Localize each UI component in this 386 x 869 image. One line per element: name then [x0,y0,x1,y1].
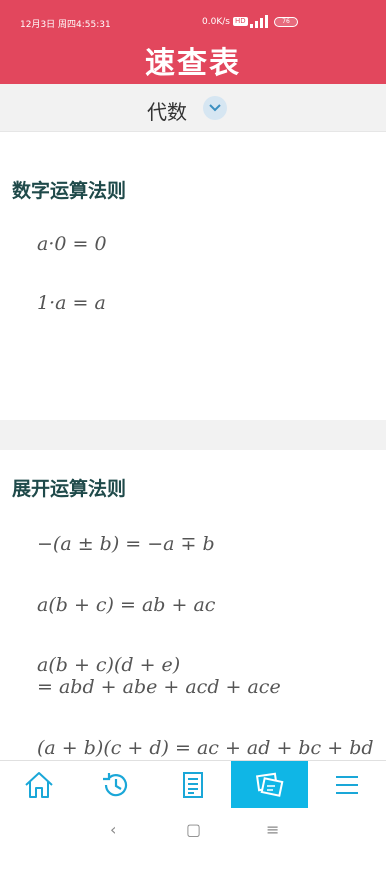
document-icon [183,772,203,798]
section-divider [0,420,386,450]
menu-icon [336,776,358,794]
system-nav-bar: ‹ ▢ ≡ [0,808,386,869]
history-icon [103,773,128,797]
tab-document[interactable] [154,761,231,809]
section-title: 数字运算法则 [12,180,127,202]
formula: (a + b)(c + d) = ac + ad + bc + bd [37,737,374,759]
formula: = abd + abe + acd + ace [37,676,281,698]
bottom-tab-bar [0,760,386,809]
network-speed: 0.0K/s [202,17,230,27]
recents-button[interactable]: ≡ [266,820,279,839]
home-icon [25,772,53,798]
tab-cheatsheet[interactable] [231,761,308,809]
app-header: 12月3日 周四4:55:31 0.0K/s HD 76 速查表 [0,0,386,84]
category-selector[interactable]: 代数 [0,84,386,132]
signal-icon [248,14,270,28]
battery-icon: 76 [274,17,298,27]
chevron-down-icon[interactable] [203,96,227,120]
hd-badge: HD [233,17,248,26]
formula: −(a ± b) = −a ∓ b [37,533,215,555]
tab-history[interactable] [77,761,154,809]
formula: a(b + c) = ab + ac [37,594,216,616]
tab-menu[interactable] [308,761,385,809]
status-time: 12月3日 周四4:55:31 [20,20,111,30]
formula: a·0 = 0 [37,233,107,255]
home-button[interactable]: ▢ [186,820,201,839]
category-label: 代数 [147,100,187,124]
page-title: 速查表 [145,46,241,81]
cards-icon [255,772,284,797]
tab-home[interactable] [0,761,77,809]
section-title: 展开运算法则 [12,478,127,500]
back-button[interactable]: ‹ [110,820,116,839]
formula: a(b + c)(d + e) [37,654,181,676]
status-bar: 12月3日 周四4:55:31 0.0K/s HD 76 [0,0,386,40]
formula: 1·a = a [37,292,106,314]
